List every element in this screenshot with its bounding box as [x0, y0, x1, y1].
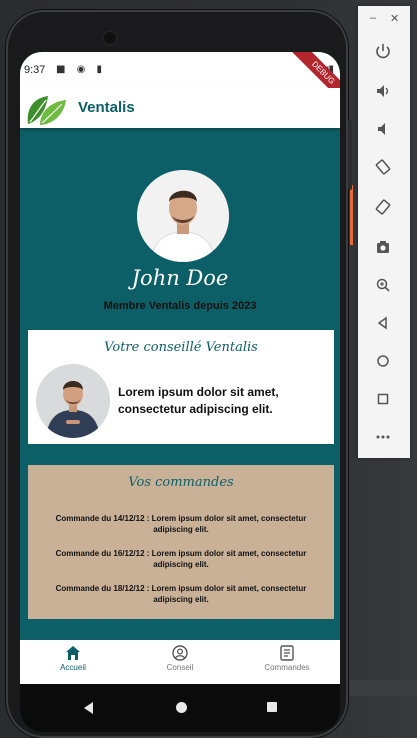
advisor-description: Lorem ipsum dolor sit amet, consectetur … [118, 385, 279, 416]
phone-side-button[interactable] [348, 120, 352, 190]
camera-icon[interactable] [370, 234, 396, 260]
emulator-toolbar: – ✕ [358, 6, 410, 458]
advisor-card[interactable]: Votre conseillé Ventalis Lorem ipsum dol… [28, 330, 334, 444]
home-icon[interactable] [370, 348, 396, 374]
profile-avatar [137, 170, 229, 262]
status-time: 9:37 [24, 64, 46, 76]
order-item[interactable]: Commande du 16/12/12 : Lorem ipsum dolor… [38, 548, 324, 570]
system-back-icon[interactable] [84, 702, 93, 714]
emulator-bottom-bar [340, 680, 417, 696]
bottom-navigation: Accueil Conseil Commandes [20, 640, 340, 684]
app-title: Ventalis [78, 99, 135, 116]
nav-item-accueil[interactable]: Accueil [28, 644, 118, 672]
nav-item-conseil[interactable]: Conseil [135, 644, 225, 672]
advisor-card-title: Votre conseillé Ventalis [104, 340, 258, 355]
app-bar: Ventalis [20, 88, 340, 128]
rotate-right-icon[interactable] [370, 194, 396, 220]
member-since-label: Membre Ventalis depuis 2023 [103, 300, 257, 312]
leaf-logo-icon [27, 96, 66, 125]
nav-label-accueil: Accueil [60, 663, 86, 672]
overview-icon[interactable] [370, 386, 396, 412]
system-overview-icon[interactable] [267, 702, 277, 712]
rotate-left-icon[interactable] [370, 154, 396, 180]
minimize-icon[interactable]: – [370, 12, 376, 24]
nav-label-commandes: Commandes [264, 663, 310, 672]
orders-card-title: Vos commandes [128, 475, 234, 490]
orders-card[interactable]: Vos commandes Commande du 14/12/12 : Lor… [28, 465, 334, 619]
advisor-avatar [36, 364, 110, 438]
back-icon[interactable] [370, 310, 396, 336]
home-icon [66, 646, 80, 660]
status-notification-icons: ■ ◉ ▮ [56, 64, 107, 75]
close-icon[interactable]: ✕ [390, 12, 399, 25]
order-item[interactable]: Commande du 18/12/12 : Lorem ipsum dolor… [38, 583, 324, 605]
status-bar: 9:37 ■ ◉ ▮ ▼◢▮ DEBUG [20, 52, 340, 110]
advisor-icon [172, 645, 188, 661]
power-icon[interactable] [370, 38, 396, 64]
more-icon[interactable] [370, 424, 396, 450]
front-camera [104, 32, 116, 44]
volume-down-icon[interactable] [370, 116, 396, 142]
system-navigation-bar [20, 684, 340, 732]
orders-icon [280, 645, 294, 661]
phone-frame: 9:37 ■ ◉ ▮ ▼◢▮ DEBUG Ventalis [6, 10, 352, 738]
profile-name: John Doe [131, 266, 229, 290]
phone-screen: 9:37 ■ ◉ ▮ ▼◢▮ DEBUG Ventalis [20, 52, 340, 732]
nav-label-conseil: Conseil [166, 663, 194, 672]
emulator-accent-line [350, 185, 353, 245]
system-home-icon[interactable] [176, 702, 187, 713]
order-item[interactable]: Commande du 14/12/12 : Lorem ipsum dolor… [38, 513, 324, 535]
volume-up-icon[interactable] [370, 78, 396, 104]
zoom-icon[interactable] [370, 272, 396, 298]
nav-item-commandes[interactable]: Commandes [242, 644, 332, 672]
